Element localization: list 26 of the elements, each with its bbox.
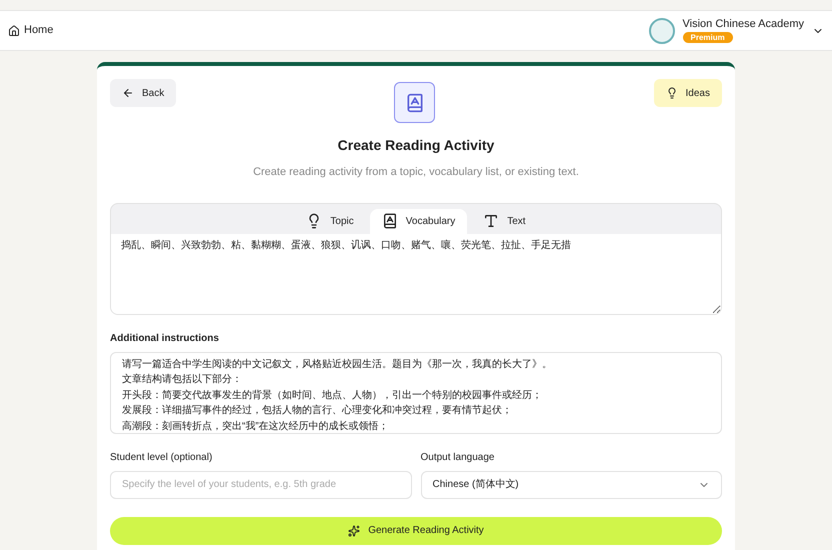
source-tab[interactable]: Vocabulary [370,208,468,234]
instructions-label: Additional instructions [110,332,220,346]
home-link[interactable]: Home [8,22,54,39]
academy-logo-icon [648,18,675,44]
book-icon [382,213,398,229]
source-tab[interactable]: Text [471,208,538,234]
source-tab[interactable]: Topic [294,208,366,234]
student-level-label: Student level (optional) [110,450,214,464]
account-name: Vision Chinese Academy [682,18,804,32]
page-subtitle: Create reading activity from a topic, vocabulary list, or existing text. [252,165,580,180]
premium-badge: Premium [682,32,733,43]
vocabulary-input[interactable]: 捣乱、瞬间、兴致勃勃、粘、黏糊糊、蛋液、狼狈、讥讽、口吻、赌气、嚷、荧光笔、拉扯、手足无措 [111,234,721,314]
text-icon [483,213,500,229]
lightbulb-icon [666,87,678,99]
arrow-left-icon [122,87,134,99]
book-icon [404,92,425,112]
page-title: Create Reading Activity [336,136,496,155]
sparkles-icon [348,524,360,536]
back-button[interactable]: Back [110,79,176,107]
output-language-select[interactable]: Chinese (简体中文) [420,470,722,498]
ideas-button[interactable]: Ideas [654,79,722,107]
home-icon [8,24,20,36]
instructions-input[interactable]: 请写一篇适合中学生阅读的中文记叙文，风格贴近校园生活。题目为《那一次，我真的长大了》。 文章结构请包括以下部分： 开头段：简要交代故事发生的背景（如时间、地点、人物），引出一个特别的校园事件或经历； 发展段：详细描写事件的经过，包括人物的言行、心理变化和冲突过程，要有情节起伏； 高潮段：刻画转折点，突出“我”在这次经历中的成长或领悟； [110,352,722,434]
generate-button[interactable]: Generate Reading Activity [110,516,722,544]
output-language-label: Output language [420,450,496,464]
student-level-input[interactable]: Specify the level of your students, e.g. 5th grade [110,470,412,498]
